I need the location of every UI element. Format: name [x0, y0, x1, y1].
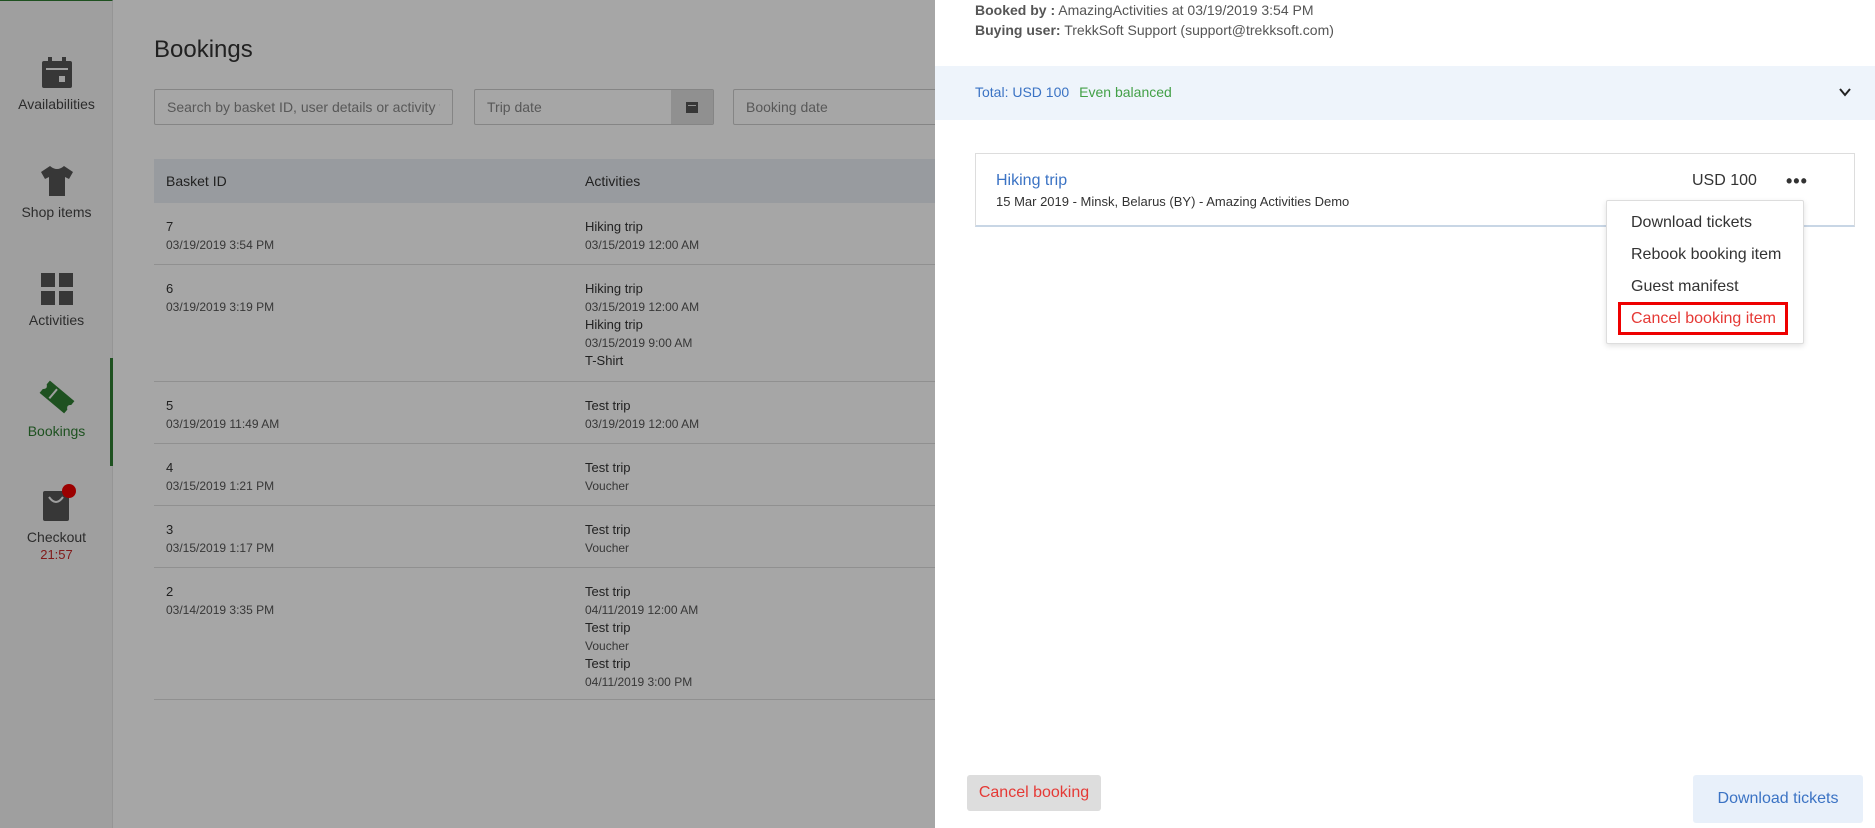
menu-item-download-tickets[interactable]: Download tickets: [1631, 214, 1752, 232]
modal-overlay[interactable]: [0, 0, 935, 828]
menu-item-cancel-booking-item[interactable]: Cancel booking item: [1631, 310, 1776, 328]
booking-item-subtitle: 15 Mar 2019 - Minsk, Belarus (BY) - Amaz…: [996, 194, 1350, 209]
balance-status: Even balanced: [1079, 84, 1172, 100]
booked-by-label: Booked by :: [975, 2, 1056, 18]
buying-user-value: TrekkSoft Support (support@trekksoft.com…: [1064, 22, 1334, 38]
more-options-button[interactable]: •••: [1786, 172, 1808, 190]
booking-item-price: USD 100: [1692, 172, 1757, 189]
booking-detail-panel: Booked by : AmazingActivities at 03/19/2…: [935, 0, 1875, 828]
total-amount: Total: USD 100: [975, 84, 1070, 100]
total-summary-bar[interactable]: Total: USD 100 Even balanced: [935, 66, 1875, 120]
item-options-menu: Download tickets Rebook booking item Gue…: [1606, 200, 1804, 344]
menu-item-guest-manifest[interactable]: Guest manifest: [1631, 278, 1739, 296]
booking-item-title[interactable]: Hiking trip: [996, 172, 1067, 190]
download-tickets-button[interactable]: Download tickets: [1693, 775, 1863, 823]
menu-item-rebook-booking-item[interactable]: Rebook booking item: [1631, 246, 1781, 264]
chevron-down-icon[interactable]: [1837, 84, 1853, 100]
booked-by-value: AmazingActivities at 03/19/2019 3:54 PM: [1058, 2, 1314, 18]
buying-user-label: Buying user:: [975, 22, 1061, 38]
total-summary: Total: USD 100 Even balanced: [975, 84, 1172, 100]
cancel-booking-button[interactable]: Cancel booking: [967, 775, 1101, 811]
booking-meta: Booked by : AmazingActivities at 03/19/2…: [975, 0, 1334, 40]
